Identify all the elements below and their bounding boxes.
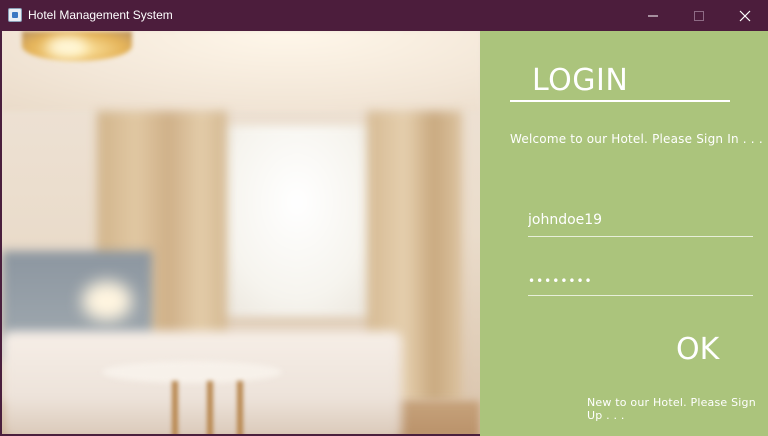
photo-lamp-glow [47,37,87,57]
photo-table [102,361,282,383]
username-underline [528,236,753,237]
welcome-text: Welcome to our Hotel. Please Sign In . .… [510,132,763,146]
login-panel: LOGIN Welcome to our Hotel. Please Sign … [480,31,768,436]
photo-table-leg [172,381,178,434]
minimize-button[interactable] [630,0,676,31]
photo-window [212,126,382,316]
password-underline [528,295,753,296]
hotel-room-photo [2,31,480,434]
close-button[interactable] [722,0,768,31]
username-field[interactable] [528,207,753,233]
java-app-icon [8,8,22,22]
window-title: Hotel Management System [28,8,173,22]
close-icon [739,10,751,21]
photo-table-leg [207,381,213,434]
heading-underline [510,100,730,102]
password-field[interactable] [528,268,753,294]
title-bar: Hotel Management System [0,0,768,31]
ok-button[interactable]: OK [676,332,719,367]
minimize-icon [648,15,658,16]
maximize-button[interactable] [676,0,722,31]
photo-table-leg [237,381,243,434]
signup-link[interactable]: New to our Hotel. Please Sign Up . . . [587,396,768,422]
maximize-icon [694,10,704,21]
app-window: Hotel Management System LOGIN Welcome to… [0,0,768,436]
login-heading: LOGIN [532,63,629,98]
photo-bedside-lamp [82,281,132,321]
